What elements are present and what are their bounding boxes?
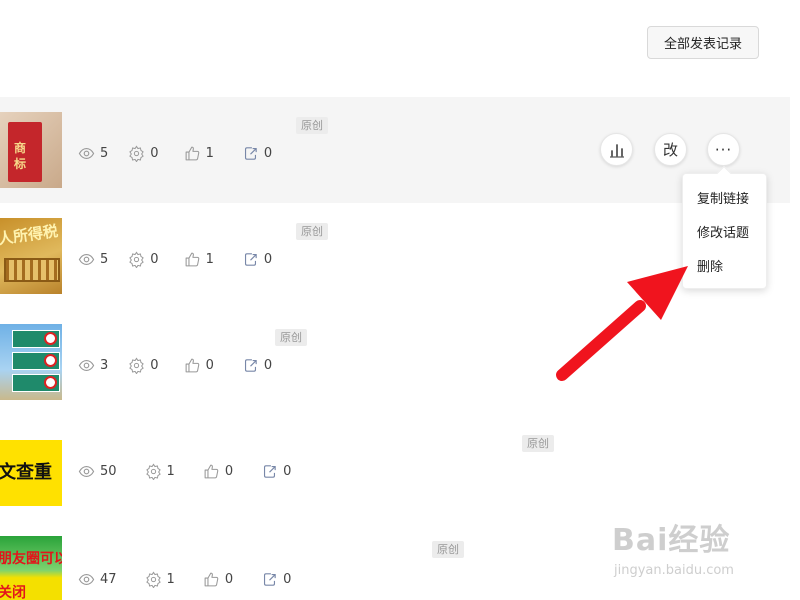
original-tag: 原创 — [296, 223, 328, 240]
menu-item-edit-topic[interactable]: 修改话题 — [697, 222, 749, 241]
all-records-button[interactable]: 全部发表记录 — [647, 26, 759, 59]
original-tag: 原创 — [275, 329, 307, 346]
original-tag: 原创 — [432, 541, 464, 558]
share-box-icon — [244, 358, 257, 372]
shares-stat: 0 — [128, 357, 159, 374]
more-button[interactable]: ··· — [707, 133, 740, 166]
share-box-icon — [244, 146, 257, 160]
gear-icon — [129, 145, 145, 162]
gear-icon — [145, 571, 161, 588]
likes-stat: 0 — [184, 357, 214, 374]
likes-stat: 1 — [184, 251, 214, 268]
article-row[interactable]: 人所得税 原创 5 0 1 0 — [0, 203, 790, 309]
gear-icon — [145, 463, 161, 480]
share-box-icon — [264, 572, 276, 586]
thumbs-up-icon — [185, 146, 199, 160]
gear-icon — [129, 251, 145, 268]
gear-icon — [129, 357, 145, 374]
more-dropdown-menu: 复制链接 修改话题 删除 — [682, 165, 767, 289]
article-stats: 5 0 1 0 — [78, 143, 272, 163]
share-box-icon — [264, 464, 276, 478]
forwards-stat: 0 — [242, 357, 272, 374]
eye-icon — [78, 147, 95, 159]
thumbnail-text: 人所得税 — [0, 221, 60, 249]
share-box-icon — [244, 252, 257, 266]
likes-stat: 0 — [203, 463, 233, 480]
shares-stat: 0 — [128, 145, 159, 162]
likes-stat: 0 — [203, 571, 233, 588]
shares-stat: 1 — [145, 571, 175, 588]
thumbs-up-icon — [204, 464, 219, 478]
menu-item-copy-link[interactable]: 复制链接 — [697, 188, 749, 207]
article-thumbnail[interactable]: 文查重 — [0, 430, 62, 506]
article-stats: 50 1 0 0 — [78, 461, 291, 481]
eye-icon — [78, 253, 95, 265]
eye-icon — [78, 359, 95, 371]
thumbnail-text: 商标 — [14, 141, 27, 171]
forwards-stat: 0 — [242, 251, 272, 268]
forwards-stat: 0 — [261, 463, 291, 480]
views-stat: 47 — [78, 571, 117, 588]
views-stat: 5 — [78, 145, 108, 162]
views-stat: 50 — [78, 463, 117, 480]
eye-icon — [78, 465, 95, 477]
article-thumbnail[interactable]: 人所得税 — [0, 218, 62, 294]
original-tag: 原创 — [522, 435, 554, 452]
article-row[interactable]: 文查重 原创 50 1 0 0 — [0, 415, 790, 521]
forwards-stat: 0 — [242, 145, 272, 162]
article-stats: 47 1 0 0 — [78, 569, 291, 589]
article-thumbnail[interactable]: 商标 — [0, 112, 62, 188]
bar-chart-icon — [609, 143, 624, 158]
thumbnail-text: 朋友圈可以关闭 — [0, 551, 62, 600]
thumbnail-text: 文查重 — [0, 462, 52, 483]
original-tag: 原创 — [296, 117, 328, 134]
stats-button[interactable] — [600, 133, 633, 166]
article-stats: 3 0 0 0 — [78, 355, 272, 375]
watermark-logo: Bai经验 — [612, 523, 731, 558]
article-row[interactable]: 商标 原创 5 0 1 0 改 ··· — [0, 97, 790, 203]
article-stats: 5 0 1 0 — [78, 249, 272, 269]
article-thumbnail[interactable] — [0, 324, 62, 400]
baidu-jingyan-watermark: Bai经验 jingyan.baidu.com — [612, 515, 762, 585]
edit-button[interactable]: 改 — [654, 133, 687, 166]
thumbs-up-icon — [185, 358, 199, 372]
forwards-stat: 0 — [261, 571, 291, 588]
thumbs-up-icon — [185, 252, 199, 266]
shares-stat: 0 — [128, 251, 159, 268]
watermark-url: jingyan.baidu.com — [614, 563, 734, 578]
views-stat: 5 — [78, 251, 108, 268]
thumbs-up-icon — [204, 572, 219, 586]
article-thumbnail[interactable]: 朋友圈可以关闭 — [0, 536, 62, 600]
likes-stat: 1 — [184, 145, 214, 162]
views-stat: 3 — [78, 357, 108, 374]
article-row[interactable]: 原创 3 0 0 0 — [0, 309, 790, 415]
eye-icon — [78, 573, 95, 585]
menu-item-delete[interactable]: 删除 — [697, 256, 723, 275]
shares-stat: 1 — [145, 463, 175, 480]
